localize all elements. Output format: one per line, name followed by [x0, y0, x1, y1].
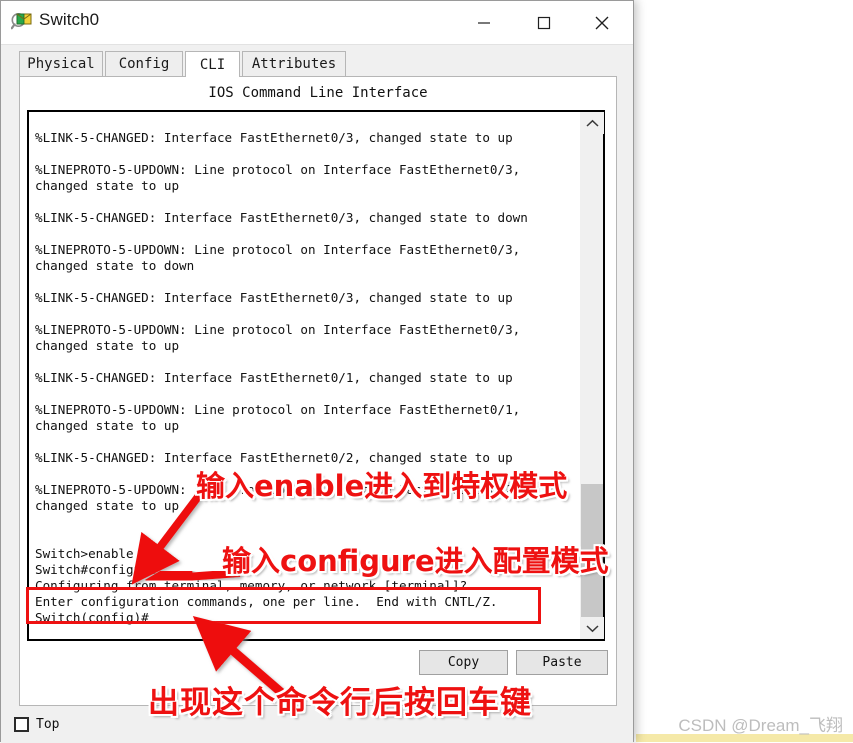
tab-physical-label: Physical: [27, 56, 95, 72]
terminal-line: %LINK-5-CHANGED: Interface FastEthernet0…: [35, 130, 513, 145]
terminal-line: changed state to up: [35, 498, 180, 513]
terminal-scrollbar[interactable]: [579, 112, 604, 639]
tab-attributes-label: Attributes: [251, 56, 337, 72]
terminal-line: %LINK-5-CHANGED: Interface FastEthernet0…: [35, 290, 513, 305]
terminal-line: changed state to up: [35, 338, 180, 353]
top-checkbox[interactable]: [14, 717, 29, 732]
terminal-line: %LINEPROTO-5-UPDOWN: Line protocol on In…: [35, 242, 521, 257]
chevron-down-icon: [585, 624, 599, 632]
chevron-up-icon: [585, 119, 599, 127]
terminal-frame[interactable]: %LINK-5-CHANGED: Interface FastEthernet0…: [27, 110, 605, 641]
tab-config[interactable]: Config: [105, 51, 183, 76]
paste-button[interactable]: Paste: [516, 650, 608, 675]
terminal-line: changed state to up: [35, 178, 180, 193]
terminal-line: %LINK-5-CHANGED: Interface FastEthernet0…: [35, 370, 513, 385]
copy-button[interactable]: Copy: [419, 650, 508, 675]
switch-cli-window: Switch0 Physical Config CLI Attributes I…: [0, 0, 634, 743]
terminal-line: %LINK-5-CHANGED: Interface FastEthernet0…: [35, 450, 513, 465]
minimize-button[interactable]: [461, 1, 507, 44]
terminal-line: %LINEPROTO-5-UPDOWN: Line protocol on In…: [35, 162, 521, 177]
maximize-button[interactable]: [521, 1, 567, 44]
terminal-line: %LINEPROTO-5-UPDOWN: Line protocol on In…: [35, 482, 521, 497]
tab-attributes[interactable]: Attributes: [242, 51, 346, 76]
terminal-output[interactable]: %LINK-5-CHANGED: Interface FastEthernet0…: [35, 114, 577, 641]
close-icon: [595, 16, 609, 29]
close-button[interactable]: [579, 1, 625, 44]
paste-button-label: Paste: [542, 655, 582, 670]
page-title: IOS Command Line Interface: [208, 85, 428, 101]
watermark: CSDN @Dream_飞翔: [678, 716, 843, 735]
tab-physical[interactable]: Physical: [19, 51, 103, 76]
minimize-icon: [478, 21, 490, 24]
tab-cli[interactable]: CLI: [185, 51, 240, 77]
terminal-line: Configuring from terminal, memory, or ne…: [35, 578, 468, 593]
terminal-line: changed state to down: [35, 258, 195, 273]
window-title: Switch0: [39, 10, 100, 29]
top-checkbox-row[interactable]: Top: [14, 717, 59, 732]
tab-strip: Physical Config CLI Attributes: [1, 45, 633, 77]
terminal-line: %LINEPROTO-5-UPDOWN: Line protocol on In…: [35, 322, 521, 337]
terminal-line: Enter configuration commands, one per li…: [35, 594, 498, 609]
terminal-line: changed state to up: [35, 418, 180, 433]
maximize-icon: [537, 16, 551, 29]
switch-device-icon: [10, 11, 33, 33]
terminal-line: Switch(config)#: [35, 610, 149, 625]
tab-config-label: Config: [118, 56, 170, 72]
cli-pane: IOS Command Line Interface %LINK-5-CHANG…: [19, 76, 617, 706]
terminal-line: Switch>enable: [35, 546, 134, 561]
scroll-up-button[interactable]: [580, 112, 604, 134]
copy-button-label: Copy: [447, 655, 480, 670]
terminal-line: %LINK-5-CHANGED: Interface FastEthernet0…: [35, 210, 528, 225]
terminal-line: Switch#configure: [35, 562, 157, 577]
window-bottom-bar: Top: [1, 707, 633, 743]
window-title-bar: Switch0: [1, 1, 633, 45]
scrollbar-thumb[interactable]: [581, 484, 603, 625]
top-checkbox-label: Top: [36, 717, 60, 732]
tab-cli-label: CLI: [199, 56, 226, 73]
scroll-down-button[interactable]: [580, 617, 604, 639]
terminal-line: %LINEPROTO-5-UPDOWN: Line protocol on In…: [35, 402, 521, 417]
